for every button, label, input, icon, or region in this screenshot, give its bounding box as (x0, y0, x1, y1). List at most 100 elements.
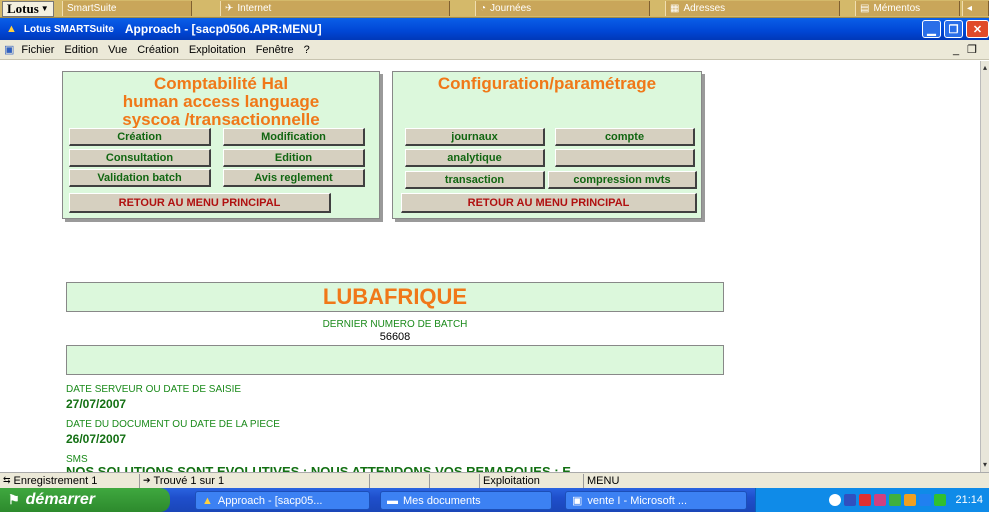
document-icon[interactable]: ▣ (4, 43, 14, 56)
globe-icon: ✈ (225, 3, 234, 14)
record-navigator[interactable]: ⇆ Enregistrement 1 (0, 473, 140, 488)
smartsuite-bar: Lotus ▼ SmartSuite ✈ Internet ◔ Journées… (0, 0, 989, 18)
tray-media-icon[interactable] (919, 494, 932, 506)
start-button[interactable]: ⚑ démarrer (0, 488, 170, 512)
smartsuite-label: SmartSuite (67, 3, 117, 14)
mementos-drawer[interactable]: ▤ Mémentos (855, 1, 960, 16)
notes-icon: ▤ (860, 3, 870, 14)
retour-menu-principal-button-right[interactable]: RETOUR AU MENU PRINCIPAL (401, 193, 697, 213)
menu-fichier[interactable]: Fichier (16, 44, 59, 56)
journees-drawer[interactable]: ◔ Journées (475, 1, 650, 16)
record-nav-icon[interactable]: ⇆ (3, 475, 11, 486)
doc-minimize-icon[interactable]: _ (953, 44, 959, 56)
compression-mvts-button[interactable]: compression mvts (548, 171, 697, 189)
status-bar: ⇆ Enregistrement 1 ➔ Trouvé 1 sur 1 Expl… (0, 472, 989, 488)
avis-reglement-button[interactable]: Avis reglement (223, 169, 365, 187)
smartsuite-drawer[interactable]: SmartSuite (62, 1, 192, 16)
modification-button[interactable]: Modification (223, 128, 365, 146)
menu-creation[interactable]: Création (132, 44, 184, 56)
blank-field[interactable] (66, 345, 724, 375)
server-date-value: 27/07/2007 (66, 397, 127, 411)
journees-label: Journées (490, 3, 532, 14)
vertical-scrollbar[interactable]: ▴ ▾ (980, 61, 989, 472)
window-titlebar: ▲ Lotus SMARTSuite Approach - [sacp0506.… (0, 18, 989, 40)
internet-drawer[interactable]: ✈ Internet (220, 1, 450, 16)
panel-title-line-3: syscoa /transactionnelle (122, 110, 320, 129)
tray-update-icon[interactable] (889, 494, 902, 506)
form-canvas: Comptabilité Hal human access language s… (0, 61, 980, 472)
taskbar: ⚑ démarrer ▲ Approach - [sacp05... ▬ Mes… (0, 488, 989, 512)
analytique-button[interactable]: analytique (405, 149, 545, 167)
batch-label: DERNIER NUMERO DE BATCH (322, 319, 468, 330)
document-date-label: DATE DU DOCUMENT OU DATE DE LA PIECE (66, 419, 280, 430)
approach-task-icon: ▲ (202, 494, 213, 507)
company-name: LUBAFRIQUE (322, 284, 468, 309)
task-approach-label: Approach - [sacp05... (217, 494, 323, 507)
smartsuite-logo: Lotus SMARTSuite (23, 23, 114, 35)
tray-arrow-icon[interactable] (829, 494, 842, 506)
tray-antivirus-icon[interactable] (874, 494, 887, 506)
doc-restore-icon[interactable]: ❐ (967, 43, 977, 56)
company-banner: LUBAFRIQUE (66, 282, 724, 312)
calendar-icon: ▦ (670, 3, 680, 14)
status-cell-empty-2 (430, 473, 480, 488)
document-date-value: 26/07/2007 (66, 432, 127, 446)
lotus-menu-button[interactable]: Lotus ▼ (2, 0, 54, 17)
restore-button[interactable]: ❐ (944, 20, 963, 38)
task-word[interactable]: ▣ vente I - Microsoft ... (565, 491, 747, 510)
status-cell-empty-1 (370, 473, 430, 488)
empty-button[interactable] (555, 149, 695, 167)
validation-batch-button[interactable]: Validation batch (69, 169, 211, 187)
word-icon: ▣ (572, 495, 583, 507)
consultation-button[interactable]: Consultation (69, 149, 211, 167)
panel-title-line-1: Comptabilité Hal (153, 74, 289, 93)
minimize-icon: ▁ (927, 23, 936, 36)
task-documents-label: Mes documents (403, 494, 481, 507)
edition-button[interactable]: Edition (223, 149, 365, 167)
menu-bar: ▣ Fichier Edition Vue Création Exploitat… (0, 40, 989, 60)
clock[interactable]: 21:14 (955, 494, 983, 506)
adresses-label: Adresses (683, 3, 726, 14)
menu-vue[interactable]: Vue (103, 44, 132, 56)
close-button[interactable]: ✕ (966, 20, 989, 38)
menu-exploitation[interactable]: Exploitation (184, 44, 251, 56)
compte-button[interactable]: compte (555, 128, 695, 146)
view-selector[interactable]: MENU (584, 474, 724, 488)
lotus-label: Lotus (7, 0, 39, 16)
found-nav-icon[interactable]: ➔ (143, 475, 151, 486)
batch-number: 56608 (379, 331, 411, 343)
panel-comptabilite: Comptabilité Hal human access language s… (62, 71, 380, 219)
tray-security-icon[interactable] (859, 494, 872, 506)
scroll-down-icon[interactable]: ▾ (981, 460, 989, 470)
minimize-button[interactable]: ▁ (922, 20, 941, 38)
journaux-button[interactable]: journaux (405, 128, 545, 146)
sms-text: NOS SOLUTIONS SONT EVOLUTIVES : NOUS ATT… (66, 464, 571, 472)
tray-network-icon[interactable] (844, 494, 857, 506)
mementos-label: Mémentos (873, 3, 921, 14)
arrow-left-icon: ◂ (967, 3, 973, 14)
panel-title-config: Configuration/paramétrage (437, 74, 657, 93)
retour-menu-principal-button-left[interactable]: RETOUR AU MENU PRINCIPAL (69, 193, 331, 213)
view-label: MENU (587, 474, 620, 487)
found-label: Trouvé 1 sur 1 (153, 474, 225, 487)
menu-edition[interactable]: Edition (59, 44, 103, 56)
screen: Lotus ▼ SmartSuite ✈ Internet ◔ Journées… (0, 0, 989, 512)
mode-label: Exploitation (483, 474, 540, 487)
adresses-drawer[interactable]: ▦ Adresses (665, 1, 840, 16)
menu-help[interactable]: ? (299, 44, 315, 56)
mode-selector[interactable]: Exploitation (480, 473, 584, 488)
found-navigator[interactable]: ➔ Trouvé 1 sur 1 (140, 473, 370, 488)
transaction-button[interactable]: transaction (405, 171, 545, 189)
tray-play-icon[interactable] (934, 494, 947, 506)
scroll-up-icon[interactable]: ▴ (981, 63, 989, 73)
task-mes-documents[interactable]: ▬ Mes documents (380, 491, 552, 510)
server-date-label: DATE SERVEUR OU DATE DE SAISIE (66, 384, 242, 395)
menu-fenetre[interactable]: Fenêtre (251, 44, 299, 56)
task-approach[interactable]: ▲ Approach - [sacp05... (195, 491, 370, 510)
scroll-left-button[interactable]: ◂ (962, 1, 989, 16)
record-label: Enregistrement 1 (13, 474, 98, 487)
restore-icon: ❐ (948, 23, 959, 36)
tray-messenger-icon[interactable] (904, 494, 917, 506)
folder-icon: ▬ (387, 494, 398, 507)
creation-button[interactable]: Création (69, 128, 211, 146)
